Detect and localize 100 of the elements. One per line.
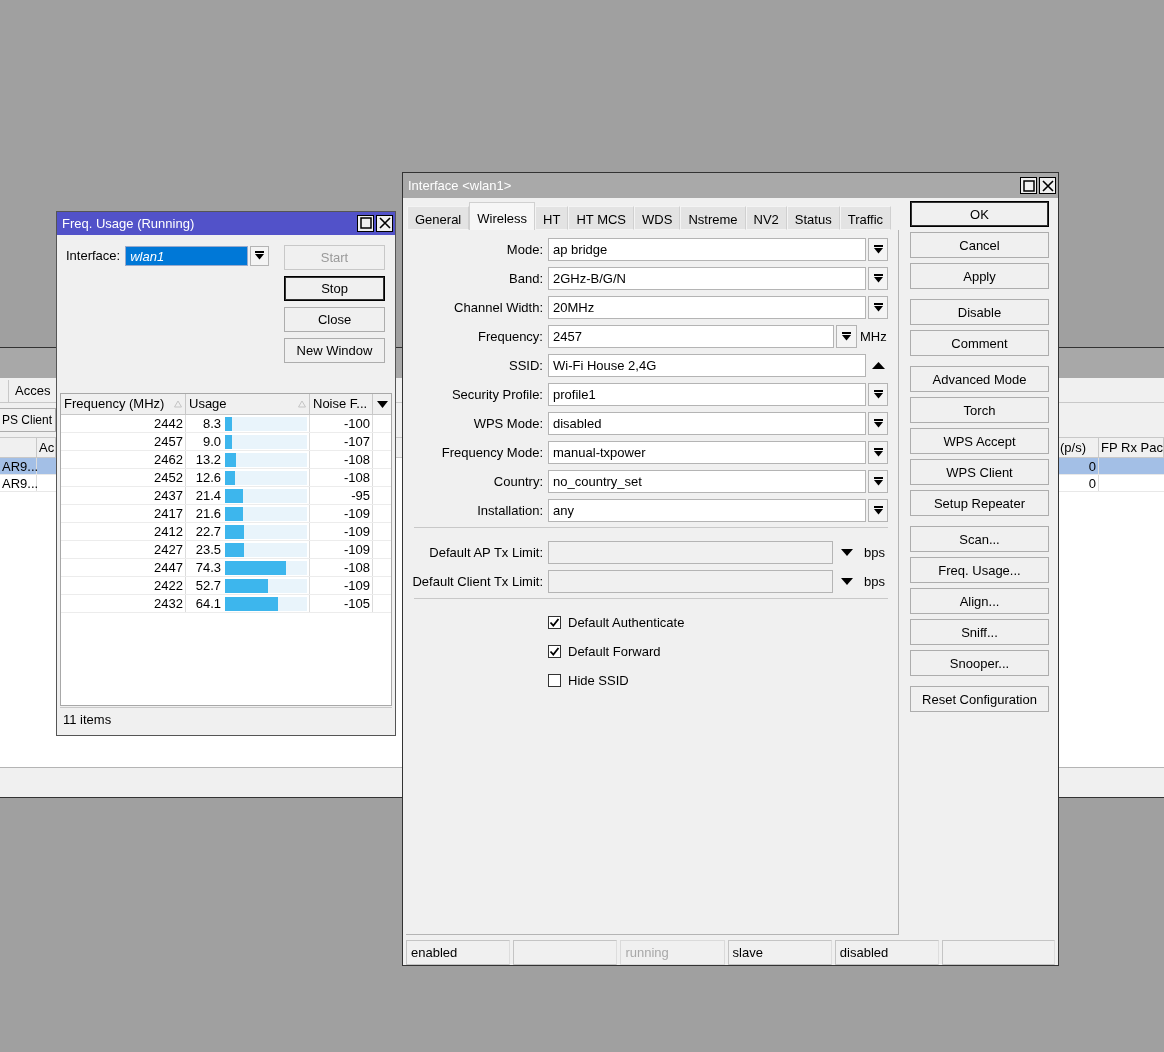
dropdown-button[interactable] [868, 498, 888, 522]
table-cell: 2427 [61, 541, 186, 559]
table-row[interactable]: AR9... [0, 458, 56, 475]
field-label: Security Profile: [450, 386, 543, 402]
input-field[interactable]: Wi-Fi House 2,4G [548, 353, 866, 377]
unit-label: MHz [860, 328, 887, 344]
select-field[interactable]: disabled [548, 411, 866, 435]
tab[interactable]: Nstreme [680, 206, 746, 230]
dropdown-arrow-icon [873, 244, 883, 254]
action-button[interactable]: Reset Configuration [910, 686, 1049, 712]
table-cell: -108 [310, 559, 373, 577]
dropdown-button[interactable] [836, 324, 857, 348]
dropdown-button[interactable] [868, 266, 888, 290]
input-field[interactable]: 2457 [548, 324, 834, 348]
tab[interactable]: Wireless [469, 202, 536, 230]
unit-label: bps [864, 573, 885, 589]
select-field[interactable]: manual-txpower [548, 440, 866, 464]
action-button[interactable]: Comment [910, 330, 1049, 356]
dropdown-arrow-icon[interactable] [841, 577, 853, 585]
tab[interactable]: WDS [634, 206, 681, 230]
select-field[interactable]: no_country_set [548, 469, 866, 493]
column-header[interactable]: Frequency (MHz) [61, 394, 186, 415]
field-label: Installation: [476, 502, 543, 518]
action-button[interactable]: Apply [910, 263, 1049, 289]
table-row[interactable]: 0 [1058, 475, 1164, 492]
tab[interactable]: HT MCS [568, 206, 635, 230]
table-cell-text: 21.4 [194, 488, 221, 504]
select-field[interactable]: 20MHz [548, 295, 866, 319]
tab[interactable]: NV2 [745, 206, 787, 230]
action-button[interactable]: Torch [910, 397, 1049, 423]
tab[interactable]: Acces [8, 380, 51, 402]
field-label: WPS Mode: [472, 415, 543, 431]
table-cell: -105 [310, 595, 373, 613]
action-button[interactable]: Sniff... [910, 619, 1049, 645]
select-field[interactable]: 2GHz-B/G/N [548, 266, 866, 290]
close-button[interactable] [1039, 177, 1056, 194]
table-cell: 2457 [61, 433, 186, 451]
action-button[interactable]: Advanced Mode [910, 366, 1049, 392]
dropdown-button[interactable] [868, 440, 888, 464]
dropdown-button[interactable] [868, 295, 888, 319]
maximize-button[interactable] [1020, 177, 1037, 194]
dropdown-arrow-icon [873, 418, 883, 428]
action-button[interactable]: Close [284, 306, 385, 332]
table-cell: 2452 [61, 469, 186, 487]
table-cell: -109 [310, 577, 373, 595]
dropdown-arrow-icon [255, 251, 265, 261]
status-cell: enabled [406, 940, 511, 965]
checkbox[interactable] [548, 674, 561, 687]
table-cell: -109 [310, 505, 373, 523]
field-label: Band: [508, 270, 543, 286]
table-cell: 2422 [61, 577, 186, 595]
action-button[interactable]: WPS Accept [910, 428, 1049, 454]
tab[interactable]: Status [786, 206, 840, 230]
dropdown-arrow-icon[interactable] [841, 548, 853, 556]
dropdown-button[interactable] [868, 382, 888, 406]
table-row[interactable]: AR9... [0, 475, 56, 492]
close-button[interactable] [376, 214, 393, 232]
action-button[interactable]: Cancel [910, 232, 1049, 258]
select-field[interactable]: any [548, 498, 866, 522]
tab[interactable]: General [407, 206, 470, 230]
dropdown-button[interactable] [868, 411, 888, 435]
table-cell: -100 [310, 415, 373, 433]
input-field[interactable] [548, 569, 833, 593]
table-cell: 2412 [61, 523, 186, 541]
dropdown-arrow-icon [873, 447, 883, 457]
select-field[interactable]: ap bridge [548, 237, 866, 261]
interface-field[interactable]: wlan1 [125, 245, 249, 266]
table-cell-text: 52.7 [194, 578, 221, 594]
maximize-button[interactable] [357, 214, 374, 232]
table-cell: 2432 [61, 595, 186, 613]
field-label: Frequency: [476, 328, 543, 344]
checkbox[interactable] [548, 645, 561, 658]
action-button[interactable]: New Window [284, 337, 385, 363]
action-button[interactable]: WPS Client [910, 459, 1049, 485]
tab[interactable]: Traffic [839, 206, 892, 230]
action-button[interactable]: Setup Repeater [910, 490, 1049, 516]
column-header[interactable]: Noise F... [310, 394, 373, 415]
dropdown-button[interactable] [868, 237, 888, 261]
action-button[interactable]: Disable [910, 299, 1049, 325]
checkbox[interactable] [548, 616, 561, 629]
table-row[interactable]: 0 [1058, 458, 1164, 475]
action-button[interactable]: Align... [910, 588, 1049, 614]
dropdown-arrow-icon [873, 476, 883, 486]
select-field[interactable]: profile1 [548, 382, 866, 406]
dropdown-arrow-icon [873, 389, 883, 399]
tab[interactable]: HT [535, 206, 569, 230]
action-button[interactable]: Snooper... [910, 650, 1049, 676]
input-field[interactable] [548, 540, 833, 564]
dropdown-button[interactable] [250, 245, 270, 266]
action-button[interactable]: OK [910, 201, 1049, 227]
column-header[interactable]: Usage [186, 394, 310, 415]
field-label: SSID: [508, 357, 543, 373]
action-button[interactable]: Stop [284, 275, 385, 301]
status-cell: disabled [834, 940, 939, 965]
toolbar-button[interactable]: PS Client [0, 408, 56, 432]
action-button[interactable]: Freq. Usage... [910, 557, 1049, 583]
action-button[interactable]: Scan... [910, 526, 1049, 552]
dropdown-button[interactable] [868, 469, 888, 493]
collapse-arrow-icon[interactable] [871, 361, 885, 369]
table-cell: 2447 [61, 559, 186, 577]
